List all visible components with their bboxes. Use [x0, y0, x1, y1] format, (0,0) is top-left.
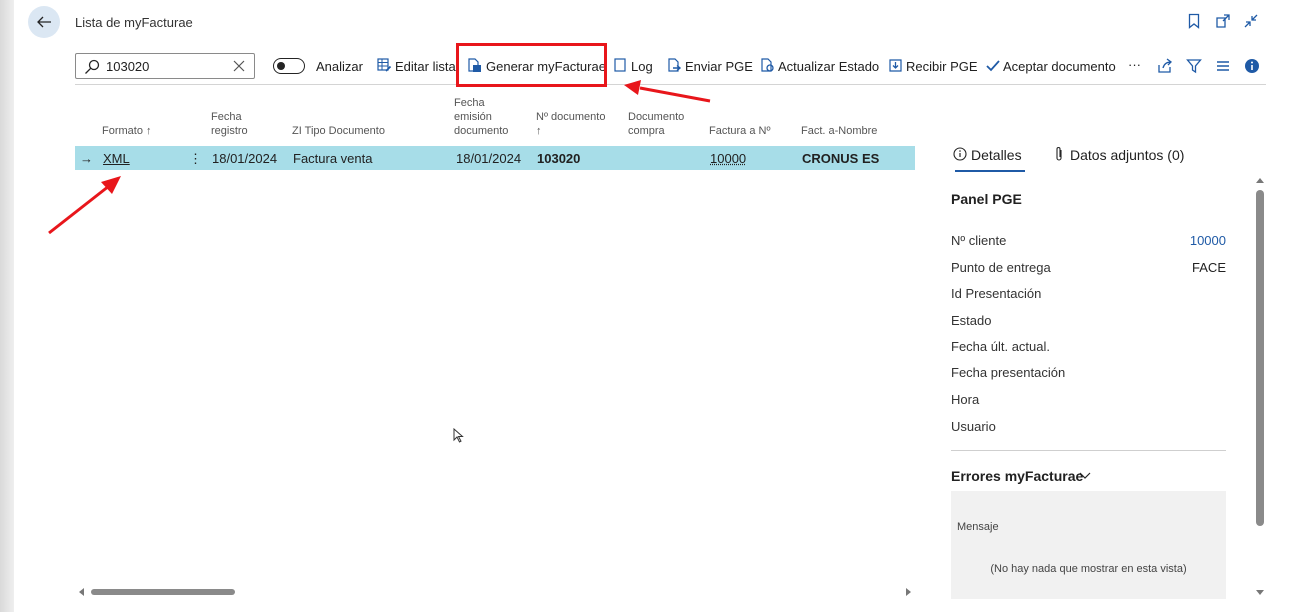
column-header-text: registro: [211, 125, 248, 137]
field-label-fecha-ult-actual: Fecha últ. actual.: [951, 339, 1050, 354]
annotation-arrow-to-row: [48, 176, 121, 235]
toolbar-divider: [75, 84, 1266, 85]
cell-fact-nombre: CRONUS ES: [802, 151, 880, 166]
scroll-left-icon[interactable]: [78, 588, 86, 596]
row-menu-button[interactable]: ⋮: [189, 151, 202, 167]
list-view-icon[interactable]: [1215, 58, 1231, 74]
receive-document-icon: [889, 59, 902, 72]
column-header-text: compra: [628, 125, 665, 137]
horizontal-scrollbar[interactable]: [91, 589, 235, 595]
tab-datos-adjuntos[interactable]: Datos adjuntos (0): [1070, 147, 1184, 163]
log-button[interactable]: Log: [631, 59, 653, 74]
scroll-right-icon[interactable]: [904, 588, 912, 596]
cell-fecha-registro: 18/01/2024: [212, 151, 278, 166]
cell-tipo-documento: Factura venta: [293, 151, 373, 166]
search-icon: [85, 59, 100, 74]
column-header-text: Documento: [628, 111, 685, 123]
field-label-n-cliente: Nº cliente: [951, 233, 1007, 248]
column-header-text: documento: [454, 125, 509, 137]
paperclip-icon: [1056, 147, 1062, 161]
info-icon[interactable]: [1244, 58, 1260, 74]
window-edge: [0, 0, 14, 612]
highlight-box: [456, 43, 607, 87]
share-icon[interactable]: [1157, 58, 1173, 74]
page-title: Lista de myFacturae: [75, 15, 193, 30]
search-box[interactable]: [75, 53, 255, 79]
mouse-cursor-icon: [453, 428, 464, 443]
collapse-icon[interactable]: [1243, 13, 1259, 29]
column-header-text: ↑: [536, 125, 542, 137]
errors-column-header: Mensaje: [957, 521, 999, 533]
edit-list-button[interactable]: Editar lista: [395, 59, 456, 74]
scroll-down-icon[interactable]: [1256, 588, 1264, 596]
edit-list-icon: [377, 58, 392, 72]
update-status-button[interactable]: Actualizar Estado: [778, 59, 879, 74]
column-header-text: Nº documento: [536, 111, 606, 123]
column-header-fecha-emision[interactable]: Fecha emisión documento: [454, 96, 508, 138]
errors-section-title[interactable]: Errores myFacturae: [951, 468, 1083, 484]
toggle-knob: [277, 61, 285, 70]
analyze-label[interactable]: Analizar: [316, 59, 363, 74]
vertical-scrollbar[interactable]: [1256, 190, 1264, 526]
field-label-id-presentacion: Id Presentación: [951, 286, 1042, 301]
panel-divider: [951, 450, 1226, 451]
field-value-punto-entrega: FACE: [1192, 260, 1226, 275]
errors-list: [951, 491, 1226, 599]
chevron-down-icon[interactable]: [1078, 471, 1092, 481]
more-options-button[interactable]: ···: [1128, 57, 1141, 72]
refresh-document-icon: [761, 58, 774, 72]
column-header-text: Fecha: [211, 111, 242, 123]
field-label-fecha-presentacion: Fecha presentación: [951, 365, 1066, 380]
column-header-n-documento[interactable]: Nº documento ↑: [536, 110, 605, 138]
column-header-factura-a[interactable]: Factura a Nº: [709, 124, 770, 138]
receive-pge-button[interactable]: Recibir PGE: [906, 59, 978, 74]
send-document-icon: [668, 58, 682, 72]
checkmark-icon: [986, 60, 1000, 72]
column-header-text: emisión: [454, 111, 492, 123]
cell-formato-link[interactable]: XML: [103, 151, 130, 166]
field-label-punto-entrega: Punto de entrega: [951, 260, 1051, 275]
cell-fecha-emision: 18/01/2024: [456, 151, 522, 166]
scroll-up-icon[interactable]: [1256, 177, 1264, 185]
panel-section-title: Panel PGE: [951, 191, 1022, 207]
field-value-n-cliente[interactable]: 10000: [1126, 233, 1226, 248]
row-selected-arrow: →: [80, 151, 93, 166]
search-input[interactable]: [106, 57, 226, 75]
errors-empty-message: (No hay nada que mostrar en esta vista): [990, 563, 1187, 575]
tab-detalles[interactable]: Detalles: [971, 147, 1022, 163]
field-label-hora: Hora: [951, 392, 980, 407]
column-header-formato[interactable]: Formato ↑: [102, 124, 152, 138]
cell-factura-a-link[interactable]: 10000: [710, 151, 746, 166]
send-pge-button[interactable]: Enviar PGE: [685, 59, 753, 74]
column-header-fact-nombre[interactable]: Fact. a-Nombre: [801, 124, 877, 138]
column-header-text: Fecha: [454, 97, 485, 109]
info-outline-icon: [953, 147, 967, 161]
column-header-tipo-documento[interactable]: ZI Tipo Documento: [292, 124, 385, 138]
cell-n-documento[interactable]: 103020: [537, 151, 580, 166]
field-label-usuario: Usuario: [951, 419, 996, 434]
open-new-window-icon[interactable]: [1215, 13, 1231, 29]
active-tab-indicator: [955, 170, 1025, 172]
analyze-toggle[interactable]: [273, 58, 305, 74]
field-label-estado: Estado: [951, 313, 992, 328]
bookmark-icon[interactable]: [1188, 13, 1200, 29]
column-header-documento-compra[interactable]: Documento compra: [628, 110, 684, 138]
back-button[interactable]: [28, 6, 60, 38]
column-header-fecha-registro[interactable]: Fecha registro: [211, 110, 248, 138]
arrow-left-icon: [37, 16, 51, 28]
clear-icon[interactable]: [232, 59, 246, 73]
log-icon: [614, 58, 626, 72]
filter-icon[interactable]: [1186, 58, 1202, 74]
accept-document-button[interactable]: Aceptar documento: [1003, 59, 1116, 74]
